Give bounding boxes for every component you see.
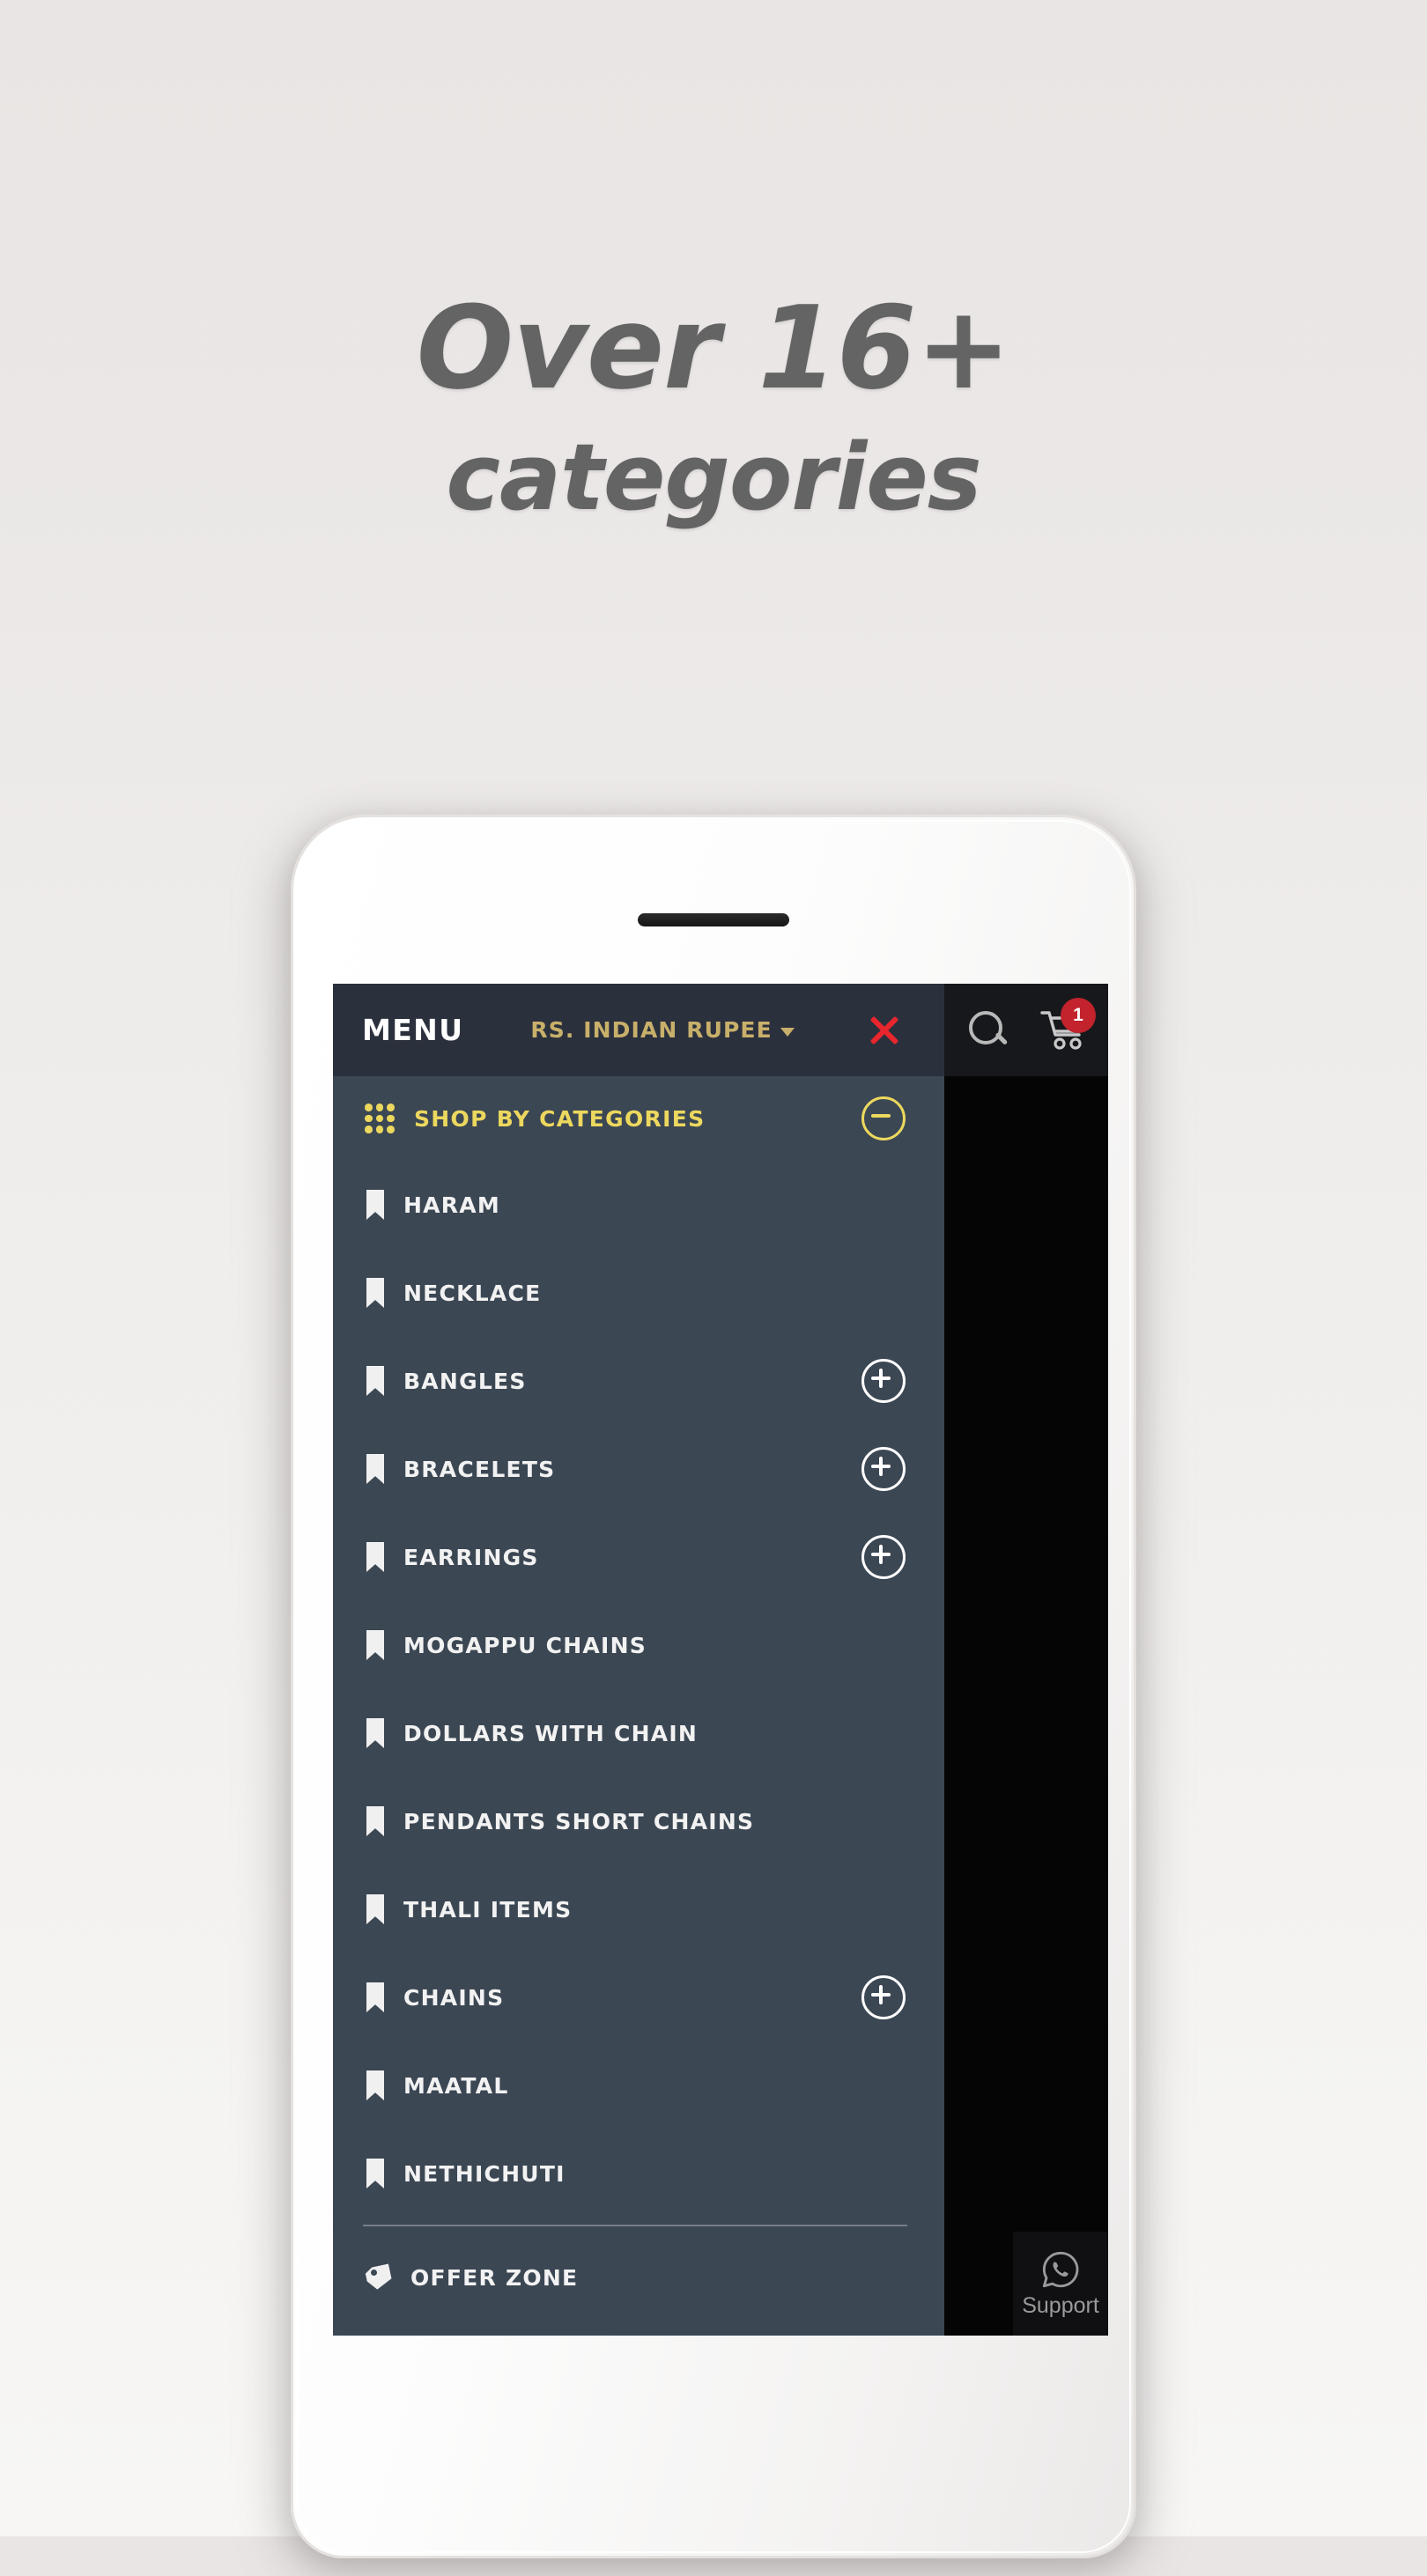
nav-item-dollars-with-chain[interactable]: DOLLARS WITH CHAIN [333,1689,944,1777]
bookmark-icon [366,2159,384,2188]
nav-item-label: NECKLACE [403,1280,542,1306]
nav-item-haram[interactable]: HARAM [333,1161,944,1249]
bookmark-icon [366,2070,384,2100]
bookmark-icon [366,1894,384,1924]
close-icon[interactable] [865,1011,904,1050]
nav-item-offer-zone[interactable]: OFFER ZONE [333,2233,944,2321]
nav-item-pendants-short-chains[interactable]: PENDANTS SHORT CHAINS [333,1777,944,1865]
nav-item-earrings[interactable]: EARRINGS [333,1513,944,1601]
nav-item-maatal[interactable]: MAATAL [333,2041,944,2129]
drawer-header: MENU RS. INDIAN RUPEE [333,984,944,1076]
bookmark-icon [366,1982,384,2012]
chevron-down-icon [780,1027,795,1037]
support-label: Support [1022,2292,1099,2318]
nav-item-label: NETHICHUTI [403,2160,566,2187]
nav-item-mogappu-chains[interactable]: MOGAPPU CHAINS [333,1601,944,1689]
minus-circle-icon[interactable] [861,1096,906,1140]
menu-title: MENU [362,1013,464,1047]
currency-label: RS. INDIAN RUPEE [530,1017,773,1043]
bookmark-icon [366,1806,384,1836]
hero-headline: Over 16+ categories [0,291,1427,523]
nav-item-label: PENDANTS SHORT CHAINS [403,1808,755,1834]
headline-primary: Over 16+ [416,281,1012,415]
shop-by-categories-label: SHOP BY CATEGORIES [414,1105,706,1132]
search-icon[interactable] [967,1009,1009,1050]
headline-secondary: categories [446,424,981,531]
nav-item-label: DOLLARS WITH CHAIN [403,1720,699,1746]
nav-item-bangles[interactable]: BANGLES [333,1337,944,1425]
shopping-cart-icon[interactable]: 1 [1039,998,1096,1051]
plus-circle-icon[interactable] [861,1359,906,1403]
nav-item-label: HARAM [403,1192,500,1218]
whatsapp-icon [1042,2251,1079,2287]
price-tag-icon [366,2264,393,2291]
nav-item-label: EARRINGS [403,1544,539,1570]
plus-circle-icon[interactable] [861,1447,906,1491]
phone-screen: 1 Covering.com uarantee Jewellery ECKLAC… [333,984,1108,2336]
navigation-drawer: MENU RS. INDIAN RUPEE SHOP BY CATEGORIES [333,984,944,2336]
bookmark-icon [366,1190,384,1220]
nav-item-thali-items[interactable]: THALI ITEMS [333,1865,944,1953]
nav-item-label: MOGAPPU CHAINS [403,1632,647,1658]
phone-mockup: 1 Covering.com uarantee Jewellery ECKLAC… [291,815,1136,2558]
bookmark-icon [366,1542,384,1572]
nav-item-nethichuti[interactable]: NETHICHUTI [333,2129,944,2218]
cart-count-badge: 1 [1061,998,1096,1033]
nav-item-label: THALI ITEMS [403,1896,573,1923]
nav-item-necklace[interactable]: NECKLACE [333,1249,944,1337]
whatsapp-support-button[interactable]: Support [1013,2232,1108,2336]
bookmark-icon [366,1278,384,1308]
bookmark-icon [366,1366,384,1396]
bookmark-icon [366,1718,384,1748]
plus-circle-icon[interactable] [861,1535,906,1579]
drawer-body: SHOP BY CATEGORIES HARAM NECKLACE BANGLE… [333,1076,944,2321]
phone-speaker [638,913,789,926]
nav-item-bracelets[interactable]: BRACELETS [333,1425,944,1513]
nav-item-label: OFFER ZONE [410,2264,579,2291]
currency-selector[interactable]: RS. INDIAN RUPEE [530,1017,795,1043]
background-topbar-icons: 1 [967,998,1096,1051]
nav-item-label: MAATAL [403,2072,509,2099]
shop-by-categories-header[interactable]: SHOP BY CATEGORIES [333,1076,944,1161]
drawer-divider [363,2225,907,2226]
nav-item-chains[interactable]: CHAINS [333,1953,944,2041]
bookmark-icon [366,1630,384,1660]
grid-dots-icon [365,1103,395,1133]
bookmark-icon [366,1454,384,1484]
nav-item-label: BANGLES [403,1368,527,1394]
plus-circle-icon[interactable] [861,1975,906,2019]
nav-item-label: BRACELETS [403,1456,556,1482]
nav-item-label: CHAINS [403,1984,505,2011]
